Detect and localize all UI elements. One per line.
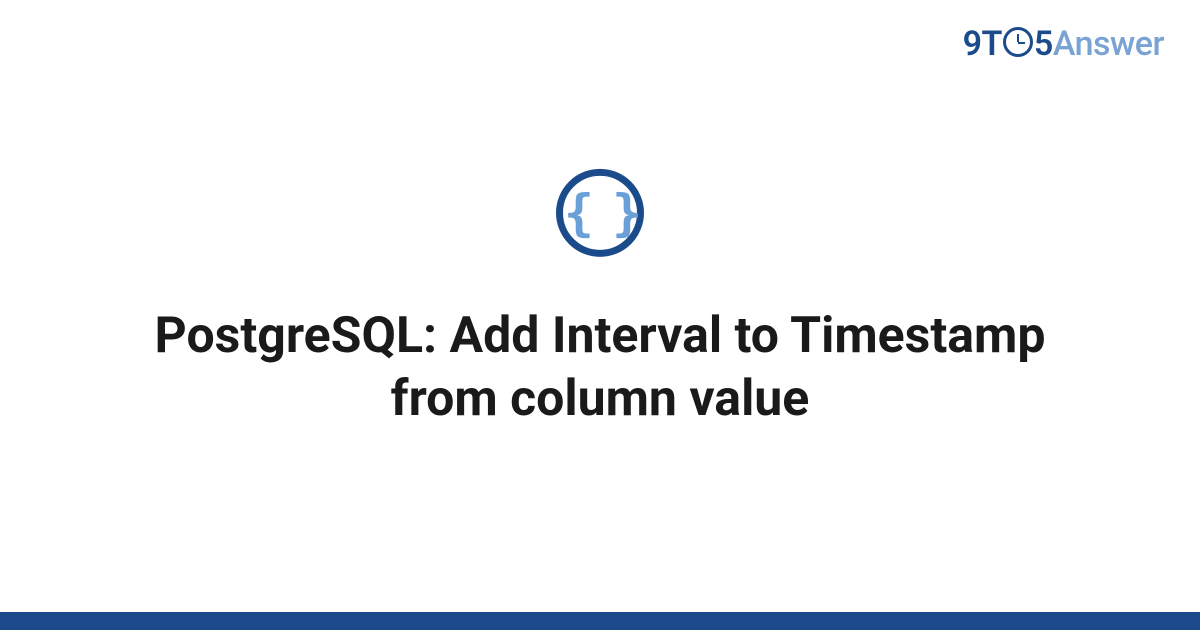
logo-text-answer: Answer [1053,24,1164,64]
page-title: PostgreSQL: Add Interval to Timestamp fr… [100,305,1100,430]
logo-text-9t: 9T [963,24,1002,64]
clock-icon [1003,27,1033,57]
footer-bar [0,612,1200,630]
main-content: { } PostgreSQL: Add Interval to Timestam… [0,169,1200,430]
site-logo: 9T 5Answer [963,24,1164,64]
code-braces-icon: { } [564,188,636,238]
category-icon-circle: { } [556,169,644,257]
logo-text-5: 5 [1034,24,1053,64]
